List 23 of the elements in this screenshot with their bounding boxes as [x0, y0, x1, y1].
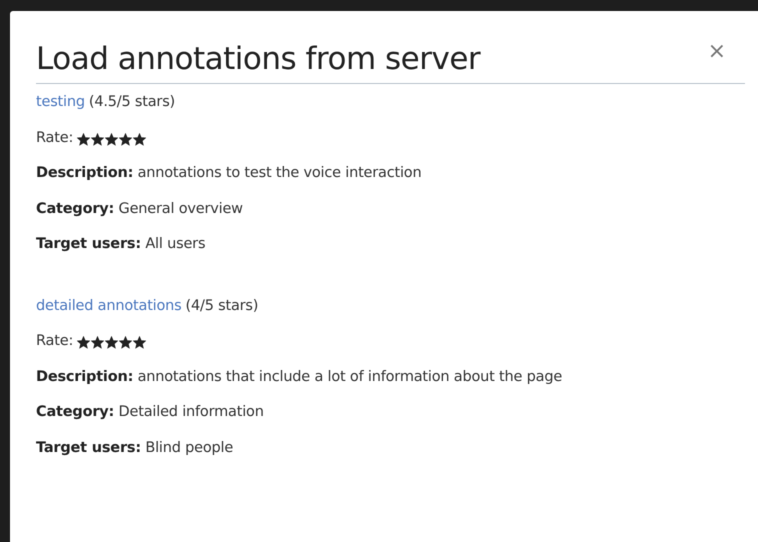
annotation-link[interactable]: detailed annotations [36, 298, 182, 314]
star-icon[interactable] [91, 132, 104, 146]
close-button[interactable]: × [706, 41, 728, 63]
star-icon[interactable] [77, 336, 90, 349]
star-icon[interactable] [105, 132, 118, 146]
annotation-link[interactable]: testing [36, 94, 85, 110]
star-icon[interactable] [105, 336, 118, 349]
star-icon[interactable] [133, 336, 146, 349]
star-icon[interactable] [91, 336, 104, 349]
star-icon[interactable] [77, 132, 90, 146]
detail-text: Category: Detailed information [36, 404, 264, 420]
rate-label: Rate: [36, 130, 74, 146]
detail-text: Description: annotations that include a lot of information about the page [36, 368, 562, 384]
rate-label: Rate: [36, 333, 74, 349]
detail-text: Target users: All users [36, 236, 206, 252]
detail-text: Target users: Blind people [36, 440, 234, 456]
detail-text: Description: annotations to test the voice interaction [36, 165, 422, 181]
star-icon[interactable] [119, 132, 132, 146]
rating-text: (4/5 stars) [186, 298, 258, 314]
star-icon[interactable] [133, 132, 146, 146]
detail-text: Category: General overview [36, 200, 243, 216]
star-icon[interactable] [119, 336, 132, 349]
rating-text: (4.5/5 stars) [88, 94, 176, 110]
